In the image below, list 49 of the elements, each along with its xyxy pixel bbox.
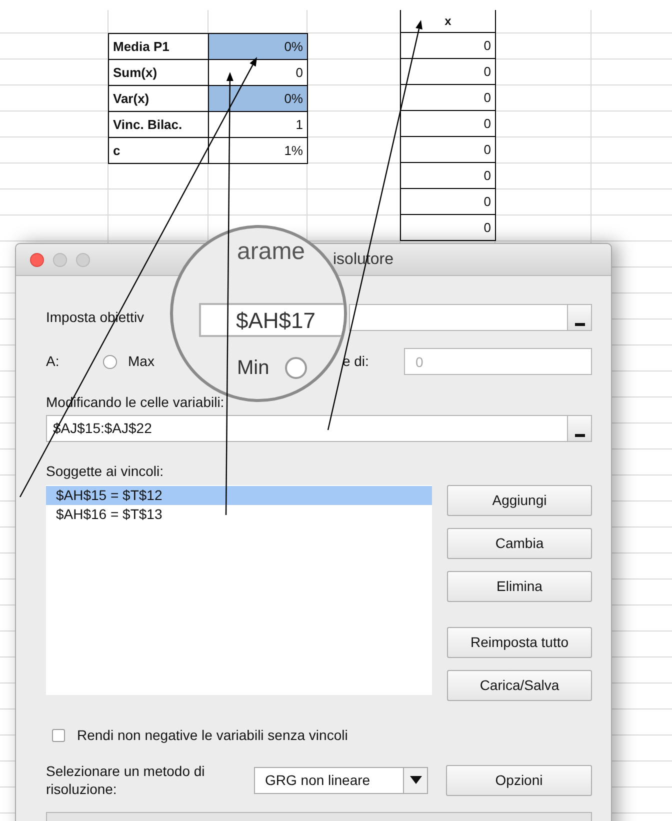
underscore-icon	[574, 434, 584, 437]
dialog-button[interactable]: Reimposta tutto	[447, 627, 592, 658]
table-cell: Var(x)	[109, 86, 208, 112]
method-label: Selezionare un metodo di risoluzione:	[46, 762, 206, 798]
objective-field[interactable]	[349, 304, 592, 331]
table-cell: 1%	[208, 138, 308, 164]
dropdown-arrow-icon	[410, 776, 422, 784]
options-button[interactable]: Opzioni	[446, 764, 592, 796]
constraint-item[interactable]: $AH$16 = $T$13	[46, 505, 432, 524]
table-cell: 1	[208, 112, 308, 138]
table-cell: 0%	[208, 34, 308, 60]
table-cell: 0	[401, 85, 496, 111]
constraints-label: Soggette ai vincoli:	[46, 462, 165, 480]
range-picker-button[interactable]	[567, 416, 591, 441]
underscore-icon	[574, 323, 584, 326]
method-select[interactable]: GRG non lineare	[254, 766, 428, 794]
magnified-min-label: Min	[237, 356, 270, 380]
table-cell: 0	[208, 60, 308, 86]
dialog-button[interactable]: Cambia	[447, 528, 592, 559]
table-cell: 0	[401, 111, 496, 137]
table-cell: 0%	[208, 86, 308, 112]
radio-button[interactable]	[103, 354, 117, 368]
zoom-button[interactable]	[76, 252, 90, 266]
table-cell: Media P1	[109, 34, 208, 60]
table-cell: c	[109, 138, 208, 164]
table-cell: Vinc. Bilac.	[109, 112, 208, 138]
dialog-button[interactable]: Aggiungi	[447, 485, 592, 516]
dialog-button[interactable]: Carica/Salva	[447, 670, 592, 701]
constraint-item[interactable]: $AH$15 = $T$12	[46, 486, 432, 505]
table-cell: Sum(x)	[109, 60, 208, 86]
radio-button[interactable]	[285, 357, 307, 379]
close-button[interactable]	[30, 252, 44, 266]
table-cell: 0	[401, 33, 496, 59]
magnified-objective-field: $AH$17	[199, 303, 344, 337]
range-picker-button[interactable]	[567, 305, 591, 330]
value-field[interactable]: 0	[404, 348, 592, 375]
magnified-title: arame	[237, 238, 306, 266]
table-cell: 0	[401, 137, 496, 163]
table-cell: 0	[401, 163, 496, 189]
max-label: Max	[128, 352, 154, 371]
column-header: x	[401, 10, 496, 33]
checkbox-label: Rendi non negative le variabili senza vincoli	[77, 726, 348, 745]
table-cell: 0	[401, 215, 496, 241]
table-cell: 0	[401, 189, 496, 215]
to-label: A:	[46, 352, 60, 371]
checkbox[interactable]	[52, 729, 65, 742]
minimize-button[interactable]	[53, 252, 67, 266]
dialog-button[interactable]: Elimina	[447, 571, 592, 602]
table-cell: 0	[401, 59, 496, 85]
